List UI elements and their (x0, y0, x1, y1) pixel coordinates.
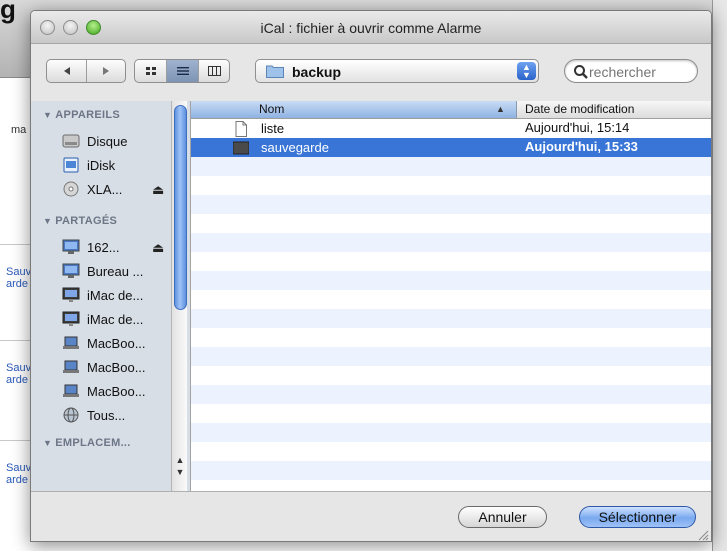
sidebar-heading-devices[interactable]: ▼ APPAREILS (43, 109, 120, 121)
background-heading: g (0, 0, 16, 24)
folder-icon (266, 65, 284, 78)
sidebar-scroll-thumb[interactable] (174, 105, 187, 310)
toolbar: backup ▲ ▼ (31, 44, 711, 101)
sidebar-item-shared-bureau[interactable]: Bureau ... (31, 260, 181, 284)
background-snippet: ma (11, 124, 27, 136)
empty-row (191, 233, 711, 252)
popup-arrows-icon: ▲ ▼ (517, 62, 536, 80)
empty-row (191, 157, 711, 176)
search-icon (574, 65, 588, 79)
dialog-button-bar: Annuler Sélectionner (31, 491, 711, 541)
sort-ascending-icon: ▲ (496, 104, 505, 114)
search-field[interactable] (564, 59, 698, 83)
scroll-up-arrow-icon[interactable]: ▲ (175, 455, 185, 465)
file-row-sauvegarde[interactable]: sauvegarde Aujourd'hui, 15:33 (191, 138, 711, 157)
hard-disk-icon (62, 134, 80, 148)
document-icon (235, 121, 247, 137)
empty-row (191, 366, 711, 385)
sidebar-item-shared-macbook-2[interactable]: MacBoo... (31, 356, 181, 380)
shared-computer-icon (62, 239, 80, 254)
idisk-icon (63, 157, 79, 173)
divider (0, 440, 30, 441)
empty-row (191, 423, 711, 442)
column-header: Nom ▲ Date de modification (191, 101, 711, 119)
empty-row (191, 214, 711, 233)
background-right-edge (712, 0, 727, 551)
search-input[interactable] (589, 63, 689, 80)
empty-row (191, 252, 711, 271)
open-file-dialog: iCal : fichier à ouvrir comme Alarme bac (30, 10, 712, 542)
icon-view-button[interactable] (135, 60, 167, 82)
sidebar-heading-places[interactable]: ▼ EMPLACEM... (43, 437, 131, 449)
imac-icon (62, 287, 80, 302)
laptop-icon (63, 384, 79, 397)
empty-row (191, 347, 711, 366)
imac-icon (62, 311, 80, 326)
sidebar-item-idisk[interactable]: iDisk (31, 154, 181, 178)
background-snippet: Sauv arde (6, 266, 32, 290)
title-bar: iCal : fichier à ouvrir comme Alarme (31, 11, 711, 44)
sidebar-item-shared-imac-1[interactable]: iMac de... (31, 284, 181, 308)
sidebar-item-disk[interactable]: Disque (31, 130, 181, 154)
list-view-button[interactable] (167, 60, 199, 82)
file-row-liste[interactable]: liste Aujourd'hui, 15:14 (191, 119, 711, 138)
empty-row (191, 290, 711, 309)
laptop-icon (63, 336, 79, 349)
sidebar-item-shared-macbook-1[interactable]: MacBoo... (31, 332, 181, 356)
column-view-button[interactable] (199, 60, 229, 82)
scroll-down-arrow-icon[interactable]: ▼ (175, 467, 185, 477)
forward-arrow-icon (103, 67, 109, 75)
icon-view-icon (145, 67, 156, 75)
list-view-icon (176, 67, 189, 75)
sidebar-heading-shared[interactable]: ▼ PARTAGÉS (43, 215, 117, 227)
back-arrow-icon (63, 67, 70, 75)
window-title: iCal : fichier à ouvrir comme Alarme (260, 20, 482, 36)
sidebar-item-shared-macbook-3[interactable]: MacBoo... (31, 380, 181, 404)
divider (0, 340, 30, 341)
location-popup[interactable]: backup ▲ ▼ (255, 59, 539, 83)
forward-button[interactable] (87, 60, 125, 82)
eject-icon[interactable]: ⏏ (152, 240, 164, 256)
column-header-date[interactable]: Date de modification (525, 102, 634, 116)
background-snippet: Sauv arde (6, 462, 32, 486)
empty-row (191, 309, 711, 328)
eject-icon[interactable]: ⏏ (152, 182, 164, 198)
sidebar-item-shared-all[interactable]: Tous... (31, 404, 181, 428)
divider (0, 244, 30, 245)
empty-row (191, 442, 711, 461)
back-button[interactable] (47, 60, 87, 82)
location-label: backup (292, 64, 342, 80)
empty-row (191, 271, 711, 290)
column-header-name[interactable]: Nom ▲ (191, 101, 517, 118)
select-button[interactable]: Sélectionner (579, 506, 696, 528)
sidebar-item-cd[interactable]: XLA... ⏏ (31, 178, 181, 202)
background-snippet: Sauv arde (6, 362, 32, 386)
shared-computer-icon (62, 263, 80, 278)
cancel-button[interactable]: Annuler (458, 506, 547, 528)
empty-row (191, 385, 711, 404)
sidebar-item-shared-162[interactable]: 162... ⏏ (31, 236, 181, 260)
resize-grip-icon[interactable] (697, 529, 709, 541)
column-view-icon (207, 66, 221, 76)
empty-row (191, 461, 711, 480)
sidebar-item-shared-imac-2[interactable]: iMac de... (31, 308, 181, 332)
empty-row (191, 328, 711, 347)
empty-row (191, 176, 711, 195)
cd-icon (63, 181, 79, 197)
sidebar-scrollbar[interactable]: ▲ ▼ (171, 101, 187, 491)
laptop-icon (63, 360, 79, 373)
network-globe-icon (63, 407, 79, 423)
back-forward-group (46, 59, 126, 83)
empty-row (191, 404, 711, 423)
file-list: Nom ▲ Date de modification liste Aujourd… (191, 101, 711, 491)
dark-file-icon (233, 141, 249, 155)
sidebar: ▼ APPAREILS Disque iDisk XLA... ⏏ ▼ PARTAG… (31, 101, 191, 491)
empty-row (191, 195, 711, 214)
view-mode-group (134, 59, 230, 83)
